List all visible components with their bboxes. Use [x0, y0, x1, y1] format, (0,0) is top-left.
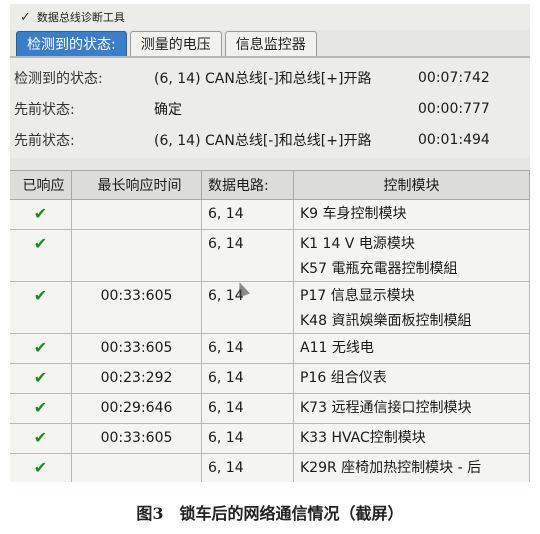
check-icon: ✔ [10, 334, 72, 363]
response-time: 00:33:605 [72, 282, 202, 333]
module-name: P17 信息显示模块 K48 資訊娛樂面板控制模組 [294, 282, 530, 333]
check-icon: ✔ [10, 230, 72, 281]
status-time: 00:01:494 [418, 131, 490, 148]
status-label: 先前状态: [14, 101, 75, 118]
check-icon: ✔ [10, 282, 72, 333]
data-circuit: 6, 14 [202, 230, 294, 281]
module-name: K29R 座椅加热控制模块 - 后 [294, 454, 530, 482]
response-time [72, 454, 202, 482]
response-time [72, 230, 202, 281]
table-row[interactable]: ✔ 6, 14 K9 车身控制模块 [10, 200, 530, 230]
title-bar: ✓ 数据总线诊断工具 [10, 4, 530, 30]
module-table: 已响应 最长响应时间 数据电路: 控制模块 ✔ 6, 14 K9 车身控制模块 … [10, 170, 530, 482]
data-circuit: 6, 14 [202, 424, 294, 453]
window-title: 数据总线诊断工具 [36, 11, 125, 24]
module-name: K33 HVAC控制模块 [294, 424, 530, 453]
check-icon: ✔ [10, 364, 72, 393]
data-circuit: 6, 14 [202, 364, 294, 393]
status-text: (6, 14) CAN总线[-]和总线[+]开路 [154, 70, 372, 87]
data-circuit: 6, 14 [202, 394, 294, 423]
table-row[interactable]: ✔ 6, 14 K1 14 V 电源模块 K57 電瓶充電器控制模組 [10, 230, 530, 282]
header-responded[interactable]: 已响应 [10, 171, 72, 199]
response-time [72, 200, 202, 229]
data-circuit: 6, 14 [202, 334, 294, 363]
figure-caption: 图3 锁车后的网络通信情况（截屏） [136, 504, 404, 523]
data-circuit: 6, 14 [202, 200, 294, 229]
status-label: 先前状态: [14, 132, 75, 149]
status-panel: 检测到的状态: (6, 14) CAN总线[-]和总线[+]开路 00:07:7… [10, 58, 530, 158]
tab-measured-voltage[interactable]: 测量的电压 [129, 31, 222, 56]
module-name: K9 车身控制模块 [294, 200, 530, 229]
status-time: 00:00:777 [418, 100, 490, 117]
app-icon: ✓ [20, 9, 31, 25]
table-row[interactable]: ✔ 6, 14 K29R 座椅加热控制模块 - 后 [10, 454, 530, 482]
header-control-module[interactable]: 控制模块 [294, 171, 530, 199]
table-row[interactable]: ✔ 00:33:605 6, 14 A11 无线电 [10, 334, 530, 364]
check-icon: ✔ [10, 454, 72, 482]
response-time: 00:23:292 [72, 364, 202, 393]
header-max-response-time[interactable]: 最长响应时间 [72, 171, 202, 199]
response-time: 00:33:605 [72, 424, 202, 453]
status-time: 00:07:742 [418, 69, 490, 86]
response-time: 00:29:646 [72, 394, 202, 423]
table-row[interactable]: ✔ 00:33:605 6, 14 K33 HVAC控制模块 [10, 424, 530, 454]
tab-bar: 检测到的状态: 测量的电压 信息监控器 [10, 30, 530, 58]
table-header: 已响应 最长响应时间 数据电路: 控制模块 [10, 170, 530, 200]
status-text: (6, 14) CAN总线[-]和总线[+]开路 [154, 132, 372, 149]
status-row-previous: 先前状态: (6, 14) CAN总线[-]和总线[+]开路 00:01:494 [14, 124, 530, 155]
module-name: A11 无线电 [294, 334, 530, 363]
status-row-current: 检测到的状态: (6, 14) CAN总线[-]和总线[+]开路 00:07:7… [14, 62, 530, 93]
status-row-previous: 先前状态: 确定 00:00:777 [14, 93, 530, 124]
tab-detected-status[interactable]: 检测到的状态: [16, 31, 127, 56]
tab-message-monitor[interactable]: 信息监控器 [224, 31, 317, 56]
check-icon: ✔ [10, 424, 72, 453]
diagnostic-screen: ✓ 数据总线诊断工具 检测到的状态: 测量的电压 信息监控器 检测到的状态: (… [10, 4, 530, 482]
table-row[interactable]: ✔ 00:23:292 6, 14 P16 组合仪表 [10, 364, 530, 394]
header-data-circuit[interactable]: 数据电路: [202, 171, 294, 199]
table-row[interactable]: ✔ 00:33:605 6, 14 P17 信息显示模块 K48 資訊娛樂面板控制… [10, 282, 530, 334]
data-circuit: 6, 14 [202, 454, 294, 482]
module-name: P16 组合仪表 [294, 364, 530, 393]
module-name: K1 14 V 电源模块 K57 電瓶充電器控制模組 [294, 230, 530, 281]
table-row[interactable]: ✔ 00:29:646 6, 14 K73 远程通信接口控制模块 [10, 394, 530, 424]
check-icon: ✔ [10, 394, 72, 423]
status-label: 检测到的状态: [14, 70, 103, 87]
status-text: 确定 [154, 101, 182, 118]
check-icon: ✔ [10, 200, 72, 229]
response-time: 00:33:605 [72, 334, 202, 363]
module-name: K73 远程通信接口控制模块 [294, 394, 530, 423]
